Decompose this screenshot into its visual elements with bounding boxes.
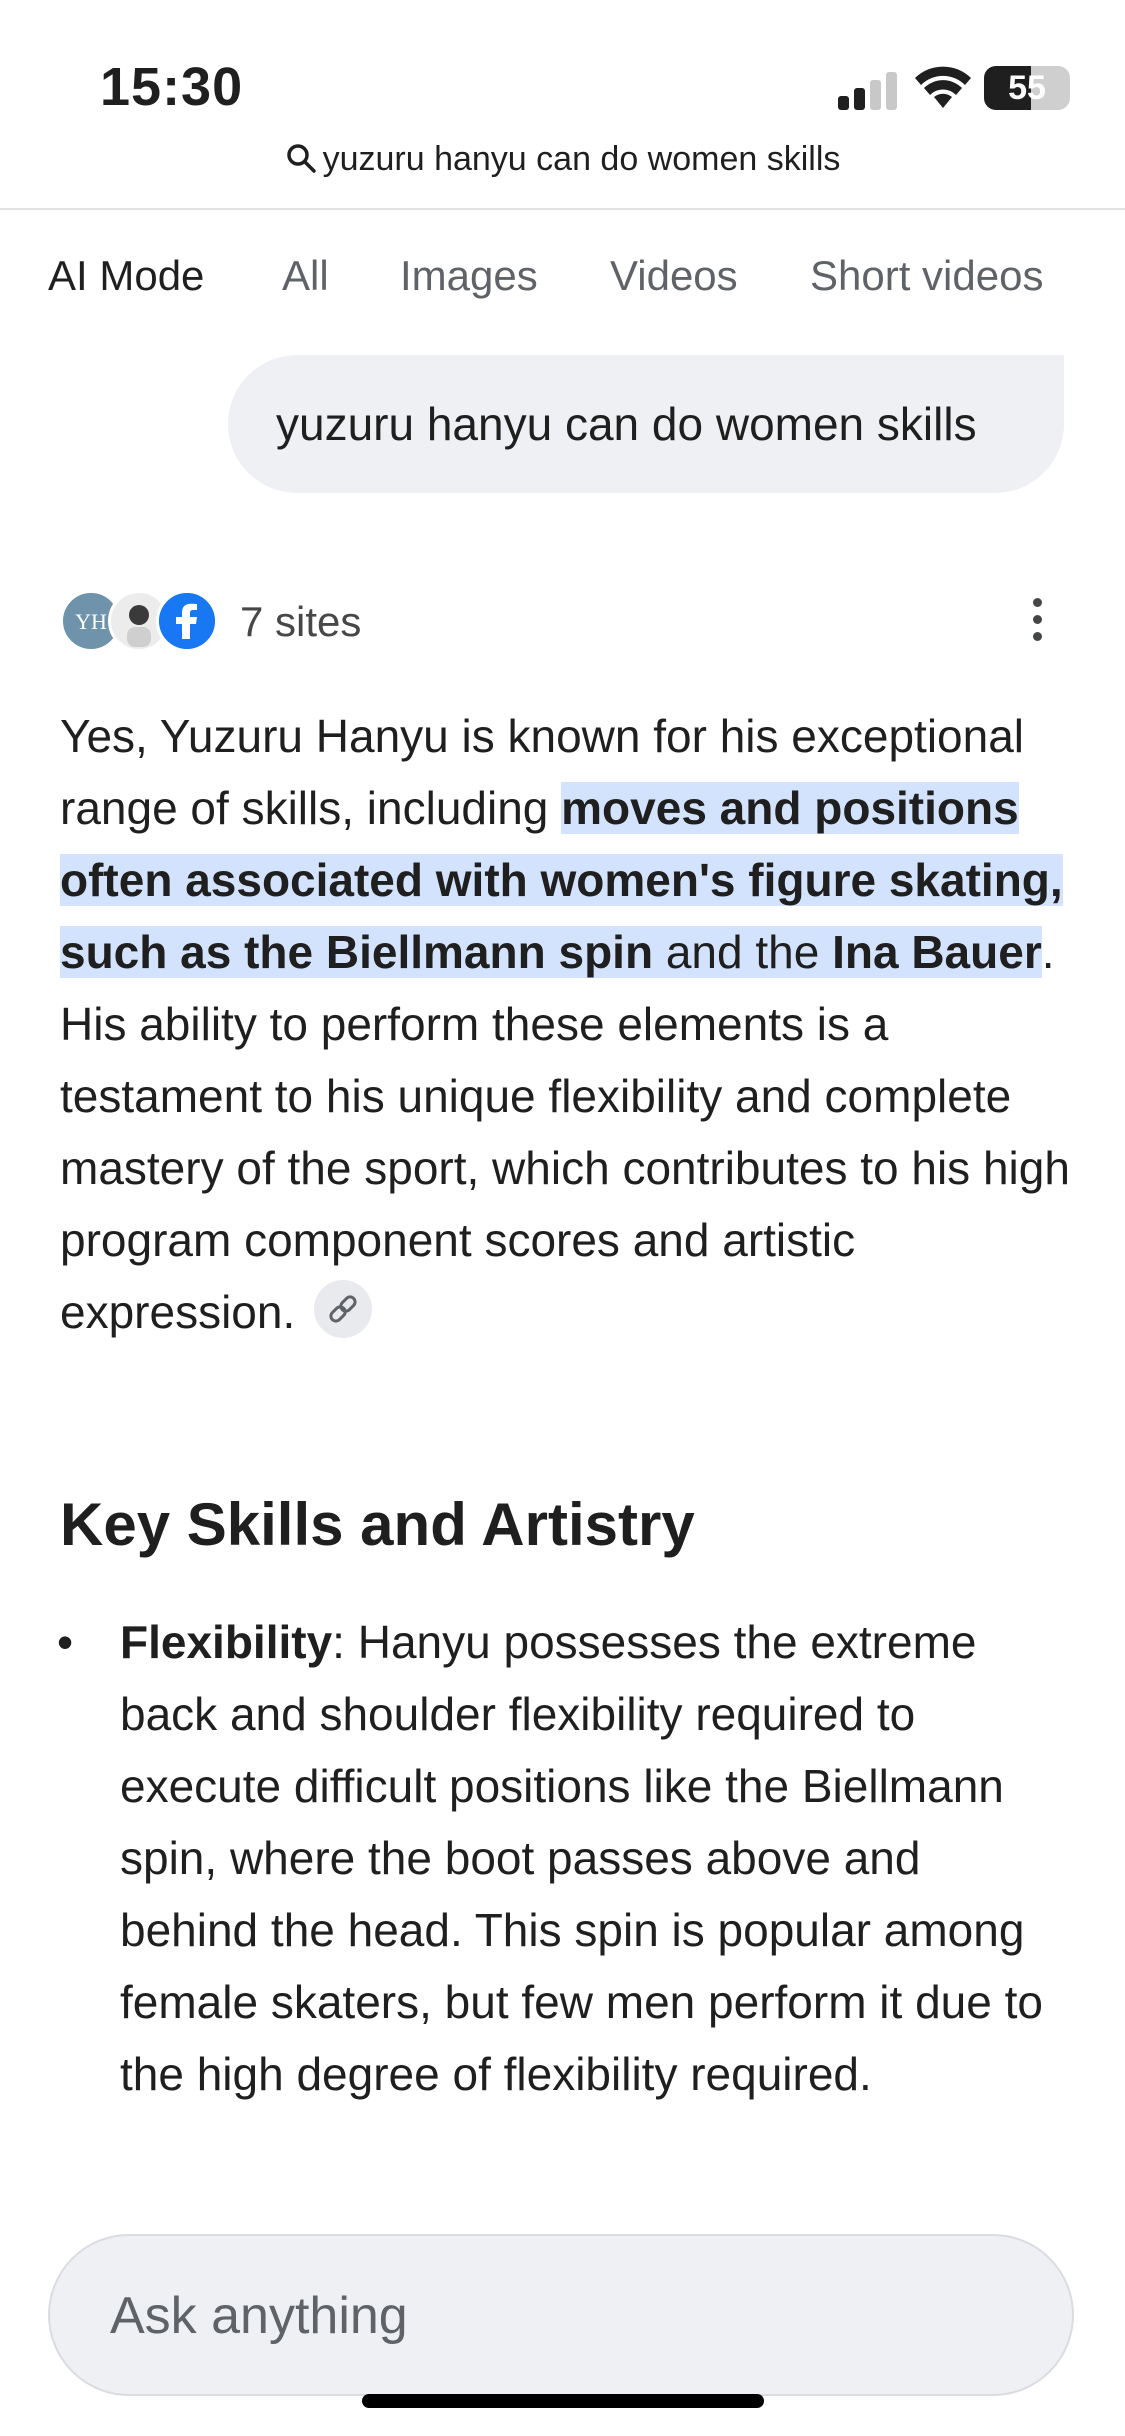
ask-anything-box[interactable] — [48, 2234, 1074, 2396]
list-item-text: : Hanyu possesses the extreme back and s… — [120, 1616, 1043, 2100]
tab-all[interactable]: All — [282, 252, 329, 300]
status-time: 15:30 — [100, 57, 244, 117]
search-query-bar[interactable]: yuzuru hanyu can do women skills — [0, 140, 1125, 179]
search-icon — [286, 144, 316, 173]
sources-count: 7 sites — [240, 598, 362, 645]
facebook-icon — [156, 590, 218, 652]
battery-percent: 55 — [1008, 69, 1046, 107]
tab-ai-mode[interactable]: AI Mode — [48, 252, 204, 300]
tab-images[interactable]: Images — [400, 252, 538, 300]
answer-rest: . His ability to perform these elements … — [60, 926, 1070, 1338]
bullet-icon: • — [57, 1616, 74, 1668]
highlight-term-biellmann: Biellmann spin — [325, 926, 654, 978]
list-item: • Flexibility: Hanyu possesses the extre… — [57, 1606, 1070, 2110]
cellular-signal-icon — [838, 72, 900, 110]
search-query-text: yuzuru hanyu can do women skills — [322, 140, 841, 178]
home-indicator[interactable] — [362, 2394, 764, 2408]
user-query-bubble: yuzuru hanyu can do women skills — [228, 355, 1064, 493]
wifi-icon — [915, 66, 971, 108]
list-item-term: Flexibility — [120, 1616, 333, 1668]
skills-list: • Flexibility: Hanyu possesses the extre… — [57, 1606, 1070, 2110]
search-tabs: AI Mode All Images Videos Short videos — [0, 252, 1125, 314]
status-bar: 15:30 55 — [0, 0, 1125, 140]
more-vert-icon[interactable] — [1024, 596, 1050, 644]
header-divider — [0, 208, 1125, 210]
link-icon[interactable] — [314, 1280, 373, 1338]
svg-text:YH: YH — [75, 609, 107, 634]
section-heading: Key Skills and Artistry — [60, 1491, 695, 1558]
highlight-term-ina-bauer: Ina Bauer — [832, 926, 1042, 978]
tab-short-videos[interactable]: Short videos — [810, 252, 1043, 300]
battery-icon: 55 — [984, 66, 1070, 110]
ask-anything-input[interactable] — [108, 2236, 1012, 2396]
highlight-connector: and the — [653, 926, 833, 978]
ai-answer-paragraph: Yes, Yuzuru Hanyu is known for his excep… — [60, 700, 1070, 1348]
tab-videos[interactable]: Videos — [610, 252, 738, 300]
